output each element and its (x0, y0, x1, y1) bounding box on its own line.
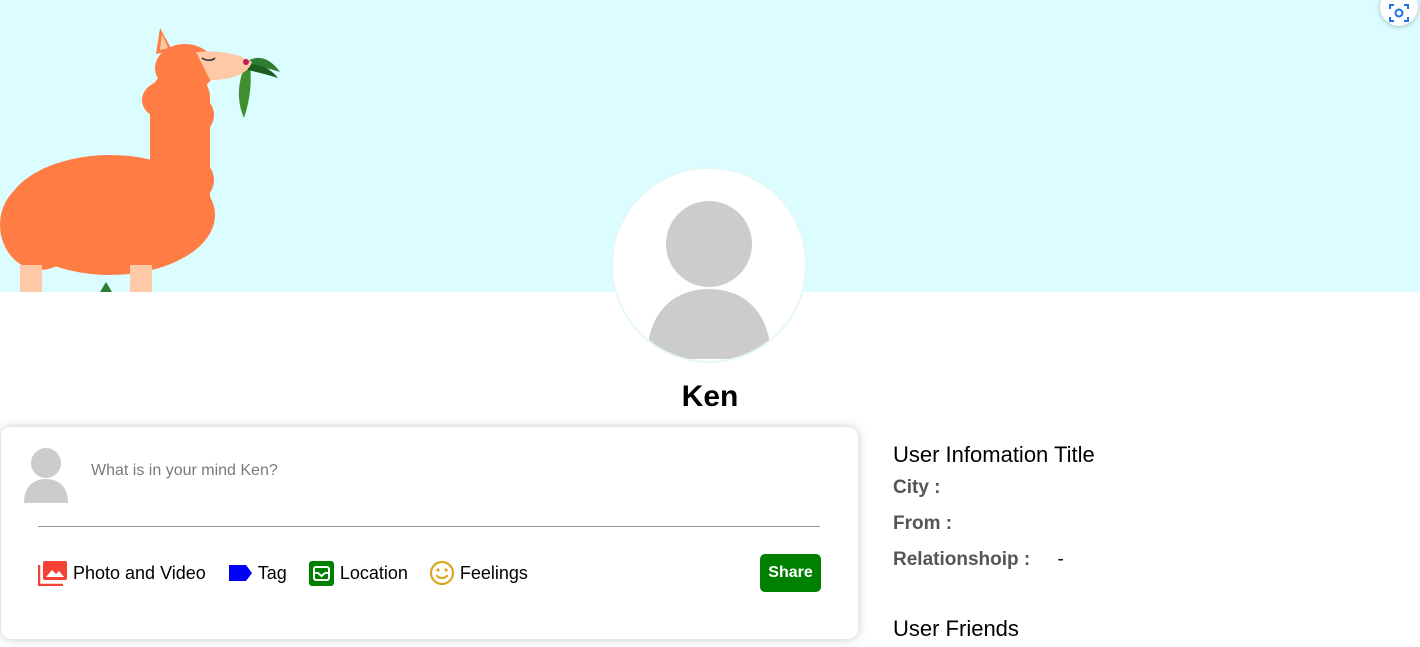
profile-avatar (611, 167, 807, 363)
emoji-icon (429, 560, 454, 586)
option-label: Tag (257, 562, 287, 583)
from-label: From : (893, 513, 953, 534)
city-label: City : (893, 477, 941, 498)
profile-name: Ken (681, 380, 739, 413)
user-avatar-icon (24, 448, 68, 503)
option-photo-video[interactable]: Photo and Video (38, 560, 206, 586)
relationship-value: - (1057, 549, 1064, 570)
info-row-city: City : (893, 470, 1095, 506)
photo-library-icon (38, 561, 67, 586)
option-label: Photo and Video (73, 562, 206, 583)
share-post-card: Photo and Video Tag Location (1, 427, 858, 639)
share-button[interactable]: Share (760, 554, 821, 592)
location-pin-icon (308, 560, 334, 586)
user-info-title: User Infomation Title (893, 442, 1095, 467)
option-feelings[interactable]: Feelings (429, 560, 528, 586)
option-location[interactable]: Location (308, 560, 408, 587)
share-options: Photo and Video Tag Location Feelings (38, 558, 549, 588)
user-friends-title: User Friends (893, 616, 1019, 641)
option-label: Feelings (459, 562, 528, 583)
option-tag[interactable]: Tag (227, 563, 287, 584)
option-label: Location (339, 562, 408, 583)
camera-lens-icon (1389, 4, 1409, 22)
post-input[interactable] (89, 457, 793, 485)
label-icon (228, 565, 252, 581)
info-row-from: From : (893, 506, 1095, 542)
relationship-label: Relationshoip : (893, 549, 1031, 570)
user-silhouette-icon (647, 201, 771, 359)
info-row-relationship: Relationshoip : - (893, 542, 1095, 578)
user-info-panel: User Infomation Title City : From : Rela… (893, 440, 1095, 578)
llama-illustration (0, 28, 280, 292)
divider (38, 526, 820, 527)
